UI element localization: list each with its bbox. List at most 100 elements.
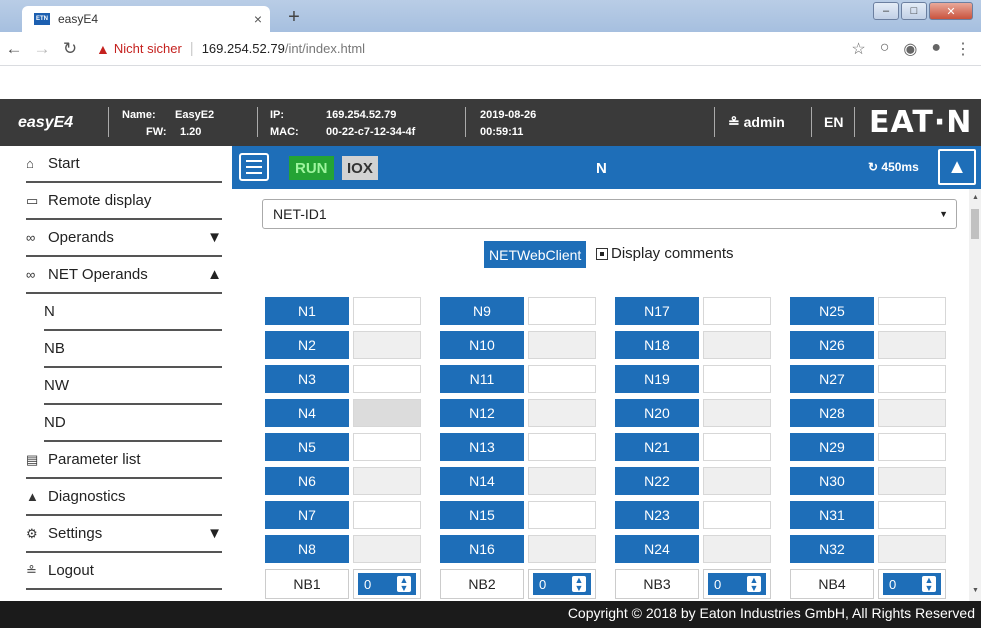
security-indicator[interactable]: ▲ Nicht sicher — [96, 41, 182, 57]
nb-value-stepper[interactable]: 0 ▲ ▼ — [353, 569, 421, 599]
name-value: EasyE2 — [175, 109, 215, 121]
operand-value-field[interactable] — [878, 501, 946, 529]
operand-value-field[interactable] — [528, 535, 596, 563]
scroll-down-arrow-icon[interactable]: ▼ — [972, 587, 979, 594]
back-arrow-icon[interactable]: ← — [0, 39, 28, 59]
display-comments-toggle[interactable]: Display comments — [596, 245, 734, 262]
profile-avatar-icon[interactable]: ● — [931, 39, 941, 59]
operand-value-field[interactable] — [878, 467, 946, 495]
operand-value-field[interactable] — [703, 365, 771, 393]
maximize-icon[interactable]: □ — [901, 2, 927, 20]
operand-value-field[interactable] — [353, 535, 421, 563]
operand-value-field[interactable] — [353, 331, 421, 359]
sidebar-item-label: Remote display — [48, 192, 152, 209]
display-comments-label: Display comments — [611, 245, 734, 262]
operand-value-field[interactable] — [353, 399, 421, 427]
operand-value-field[interactable] — [703, 433, 771, 461]
vertical-scrollbar[interactable] — [969, 189, 981, 601]
sidebar-item-logout[interactable]: ≗ Logout — [26, 553, 222, 590]
operand-value-field[interactable] — [703, 331, 771, 359]
address-bar: ← → ↻ ▲ Nicht sicher | 169.254.52.79/int… — [0, 32, 981, 66]
extension-circle-icon[interactable]: ○ — [880, 39, 890, 59]
operand-value-field[interactable] — [703, 297, 771, 325]
new-tab-icon[interactable]: + — [282, 6, 306, 29]
operand-label: N20 — [615, 399, 699, 427]
scroll-up-arrow-icon[interactable]: ▲ — [972, 194, 979, 201]
operand-label: N19 — [615, 365, 699, 393]
hamburger-menu-icon[interactable] — [239, 153, 269, 181]
refresh-rate-value: 450ms — [881, 160, 919, 174]
menu-kebab-icon[interactable]: ⋮ — [955, 39, 971, 59]
minimize-icon[interactable]: – — [873, 2, 899, 20]
operand-value-field[interactable] — [528, 399, 596, 427]
operand-value-field[interactable] — [528, 331, 596, 359]
spinner-arrows-icon[interactable]: ▲ ▼ — [747, 576, 761, 593]
operand-value-field[interactable] — [878, 433, 946, 461]
operand-value-field[interactable] — [353, 365, 421, 393]
operand-label: N32 — [790, 535, 874, 563]
nb-value-input[interactable]: 0 ▲ ▼ — [708, 573, 766, 595]
sidebar-item-remote-display[interactable]: ▭ Remote display — [26, 183, 222, 220]
sidebar-item-diagnostics[interactable]: ▲ Diagnostics — [26, 479, 222, 516]
language-selector[interactable]: EN — [824, 114, 843, 130]
nb-value-input[interactable]: 0 ▲ ▼ — [883, 573, 941, 595]
user-menu[interactable]: ≗ admin — [728, 114, 785, 131]
operand-value-field[interactable] — [703, 501, 771, 529]
url-field[interactable]: 169.254.52.79/int/index.html — [202, 41, 365, 56]
spinner-arrows-icon[interactable]: ▲ ▼ — [922, 576, 936, 593]
spinner-arrows-icon[interactable]: ▲ ▼ — [572, 576, 586, 593]
browser-tab[interactable]: ETN easyE4 × — [22, 6, 270, 32]
iox-badge[interactable]: IOX — [342, 156, 378, 180]
sidebar-item-parameter-list[interactable]: ▤ Parameter list — [26, 442, 222, 479]
operand-label: N8 — [265, 535, 349, 563]
nb-value-input[interactable]: 0 ▲ ▼ — [533, 573, 591, 595]
sidebar-item-operands[interactable]: ∞ Operands ▼ — [26, 220, 222, 257]
forward-arrow-icon[interactable]: → — [28, 39, 56, 59]
operand-value-field[interactable] — [703, 399, 771, 427]
operand-value-field[interactable] — [528, 297, 596, 325]
operand-value-field[interactable] — [353, 433, 421, 461]
refresh-rate-button[interactable]: ↻ 450ms — [868, 160, 919, 174]
operand-value-field[interactable] — [878, 297, 946, 325]
operand-value-field[interactable] — [528, 433, 596, 461]
display-comments-checkbox[interactable] — [596, 247, 608, 260]
operand-value-field[interactable] — [878, 331, 946, 359]
operand-label: N24 — [615, 535, 699, 563]
sidebar-item-settings[interactable]: ⚙ Settings ▼ — [26, 516, 222, 553]
operand-value-field[interactable] — [878, 535, 946, 563]
nb-value-stepper[interactable]: 0 ▲ ▼ — [703, 569, 771, 599]
spinner-arrows-icon[interactable]: ▲ ▼ — [397, 576, 411, 593]
operand-value-field[interactable] — [353, 467, 421, 495]
netwebclient-button[interactable]: NETWebClient — [484, 241, 587, 268]
close-tab-icon[interactable]: × — [254, 11, 262, 27]
run-status-badge[interactable]: RUN — [289, 156, 334, 180]
reload-icon[interactable]: ↻ — [56, 39, 84, 59]
scroll-top-button[interactable]: ▲ — [938, 149, 976, 185]
nb-value-stepper[interactable]: 0 ▲ ▼ — [878, 569, 946, 599]
sidebar-item-net-operands[interactable]: ∞ NET Operands ▲ — [26, 257, 222, 294]
sidebar-item-label: Settings — [48, 525, 103, 542]
operand-value-field[interactable] — [703, 535, 771, 563]
bookmark-star-icon[interactable]: ☆ — [851, 39, 865, 59]
sidebar-subitem-nb[interactable]: NB — [44, 331, 222, 368]
sidebar-subitem-n[interactable]: N — [44, 294, 222, 331]
operand-value-field[interactable] — [528, 365, 596, 393]
operand-value-field[interactable] — [353, 501, 421, 529]
window-close-icon[interactable]: ✕ — [929, 2, 973, 20]
nb-value-input[interactable]: 0 ▲ ▼ — [358, 573, 416, 595]
nb-value-stepper[interactable]: 0 ▲ ▼ — [528, 569, 596, 599]
operand-value-field[interactable] — [353, 297, 421, 325]
operand-value-field[interactable] — [878, 399, 946, 427]
sidebar-item-start[interactable]: ⌂ Start — [26, 146, 222, 183]
operand-value-field[interactable] — [703, 467, 771, 495]
operand-label: N15 — [440, 501, 524, 529]
sidebar-subitem-nd[interactable]: ND — [44, 405, 222, 442]
sidebar-subitem-nw[interactable]: NW — [44, 368, 222, 405]
operand-value-field[interactable] — [528, 467, 596, 495]
operand-value-field[interactable] — [878, 365, 946, 393]
sidebar-item-label: Logout — [48, 562, 94, 579]
net-id-select[interactable]: NET-ID1 ▼ — [262, 199, 957, 229]
scrollbar-thumb[interactable] — [971, 209, 979, 239]
extension-shield-icon[interactable]: ◉ — [903, 39, 917, 59]
operand-value-field[interactable] — [528, 501, 596, 529]
